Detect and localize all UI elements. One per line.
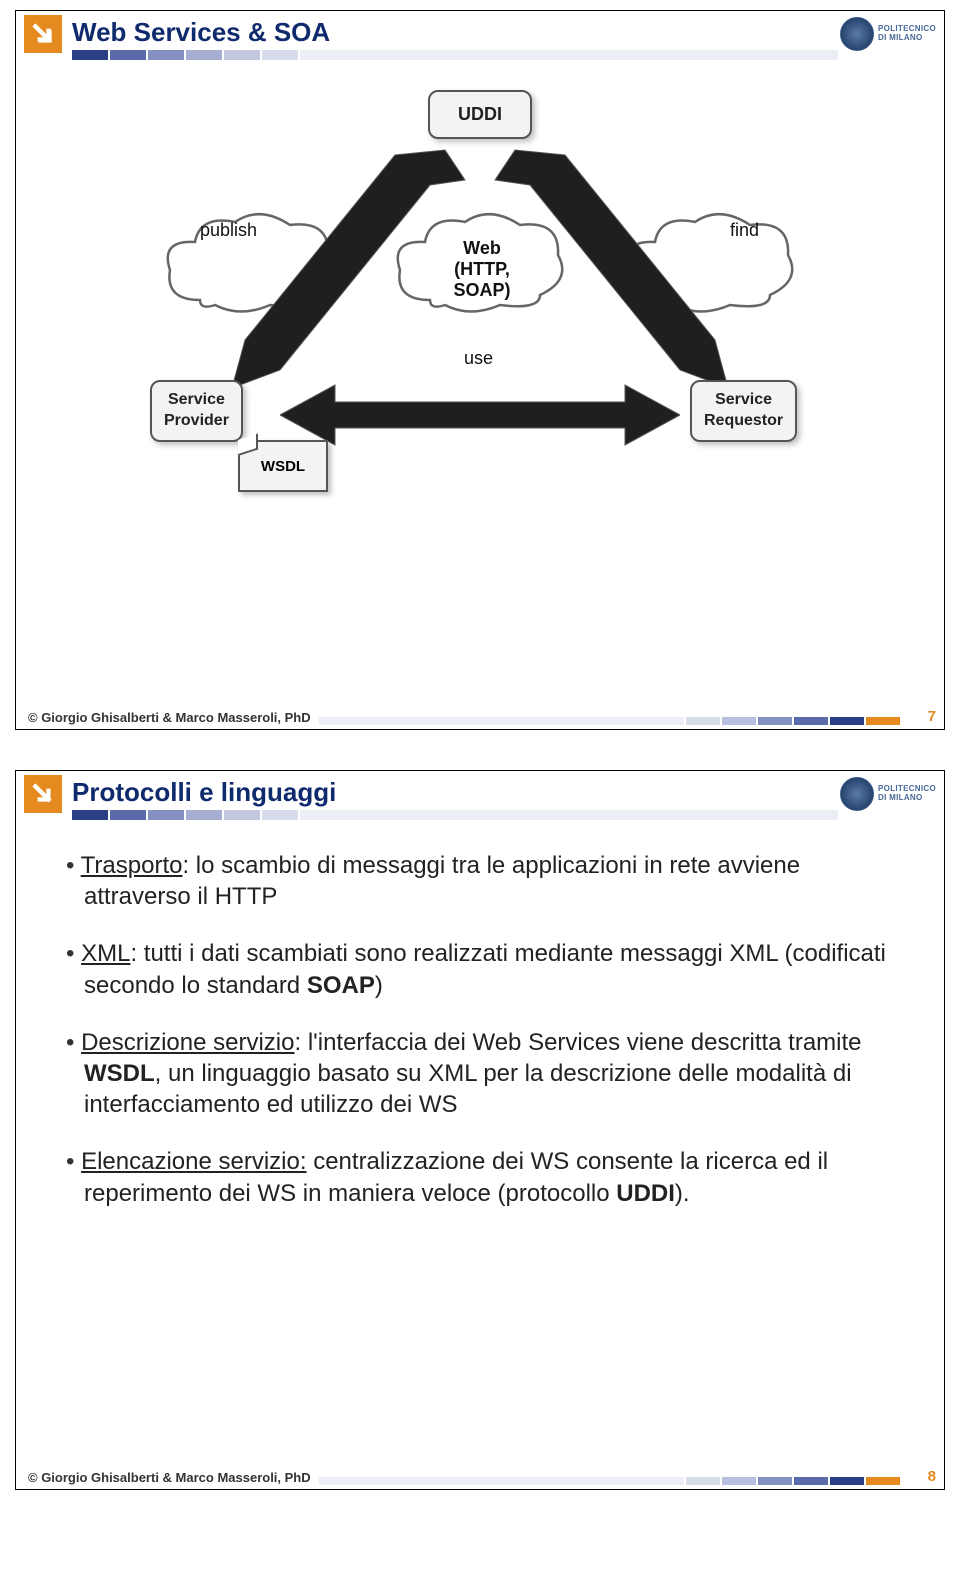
provider-line2: Provider xyxy=(164,412,229,429)
label-publish: publish xyxy=(200,220,257,241)
node-uddi: UDDI xyxy=(428,90,532,139)
bullet-end: ) xyxy=(375,972,383,999)
title-block: Protocolli e linguaggi xyxy=(72,775,840,820)
slide-footer: © Giorgio Ghisalberti & Marco Masseroli,… xyxy=(16,701,944,729)
bullet-descrizione: Descrizione servizio: l'interfaccia dei … xyxy=(66,1027,904,1121)
footer-copyright: © Giorgio Ghisalberti & Marco Masseroli,… xyxy=(28,1470,311,1485)
arrow-badge-icon xyxy=(24,775,62,813)
bullet-list: Trasporto: lo scambio di messaggi tra le… xyxy=(66,850,904,1209)
slide-title: Protocolli e linguaggi xyxy=(72,777,840,808)
bullet-mid: : l'interfaccia dei Web Services viene d… xyxy=(294,1029,861,1056)
slide-header: Web Services & SOA POLITECNICO DI MILANO xyxy=(16,11,944,60)
logo-line2: DI MILANO xyxy=(878,793,922,802)
logo-text: POLITECNICO DI MILANO xyxy=(878,25,936,43)
node-service-provider: Service Provider xyxy=(150,380,243,442)
bullet-rest: : lo scambio di messaggi tra le applicaz… xyxy=(84,852,800,910)
page-number: 7 xyxy=(906,708,936,725)
bullet-elencazione: Elencazione servizio: centralizzazione d… xyxy=(66,1146,904,1208)
bullet-bold: SOAP xyxy=(307,972,375,999)
slide-title: Web Services & SOA xyxy=(72,17,840,48)
bullet-trasporto: Trasporto: lo scambio di messaggi tra le… xyxy=(66,850,904,912)
wsdl-label: WSDL xyxy=(261,458,305,475)
requestor-line1: Service xyxy=(715,391,772,408)
logo-seal-icon xyxy=(840,17,874,51)
web-line2: (HTTP, SOAP) xyxy=(453,259,510,300)
web-line1: Web xyxy=(463,238,501,258)
node-wsdl: WSDL xyxy=(238,440,328,492)
university-logo: POLITECNICO DI MILANO xyxy=(840,775,936,811)
title-block: Web Services & SOA xyxy=(72,15,840,60)
bullet-mid: : tutti i dati scambiati sono realizzati… xyxy=(84,940,886,998)
page-number: 8 xyxy=(906,1468,936,1485)
label-use: use xyxy=(464,348,493,369)
slide-protocolli-linguaggi: Protocolli e linguaggi POLITECNICO DI MI… xyxy=(15,770,945,1490)
university-logo: POLITECNICO DI MILANO xyxy=(840,15,936,51)
bullet-head: XML xyxy=(81,940,130,967)
logo-text: POLITECNICO DI MILANO xyxy=(878,785,936,803)
header-color-stripe xyxy=(72,810,840,820)
footer-stripe xyxy=(319,717,900,725)
footer-stripe xyxy=(319,1477,900,1485)
bullet-head: Trasporto xyxy=(81,852,183,879)
label-find: find xyxy=(730,220,759,241)
web-label: Web (HTTP, SOAP) xyxy=(432,238,532,301)
logo-line1: POLITECNICO xyxy=(878,784,936,793)
node-service-requestor: Service Requestor xyxy=(690,380,797,442)
logo-line1: POLITECNICO xyxy=(878,24,936,33)
bullet-xml: XML: tutti i dati scambiati sono realizz… xyxy=(66,938,904,1000)
bullet-bold: WSDL xyxy=(84,1060,155,1087)
bullet-head: Elencazione servizio: xyxy=(81,1148,306,1175)
soa-diagram: UDDI Web (HTTP, SOAP) Service Provider S… xyxy=(130,80,830,520)
arrow-use-icon xyxy=(280,380,680,450)
logo-seal-icon xyxy=(840,777,874,811)
slide-web-services-soa: Web Services & SOA POLITECNICO DI MILANO xyxy=(15,10,945,730)
uddi-label: UDDI xyxy=(458,104,502,124)
slide-footer: © Giorgio Ghisalberti & Marco Masseroli,… xyxy=(16,1461,944,1489)
footer-copyright: © Giorgio Ghisalberti & Marco Masseroli,… xyxy=(28,710,311,725)
bullet-head: Descrizione servizio xyxy=(81,1029,294,1056)
header-color-stripe xyxy=(72,50,840,60)
logo-line2: DI MILANO xyxy=(878,33,922,42)
slide-body: Trasporto: lo scambio di messaggi tra le… xyxy=(16,820,944,1305)
requestor-line2: Requestor xyxy=(704,412,783,429)
arrow-badge-icon xyxy=(24,15,62,53)
bullet-bold: UDDI xyxy=(616,1180,675,1207)
provider-line1: Service xyxy=(168,391,225,408)
slide-header: Protocolli e linguaggi POLITECNICO DI MI… xyxy=(16,771,944,820)
bullet-end: ). xyxy=(675,1180,690,1207)
bullet-rest: , un linguaggio basato su XML per la des… xyxy=(84,1060,852,1118)
